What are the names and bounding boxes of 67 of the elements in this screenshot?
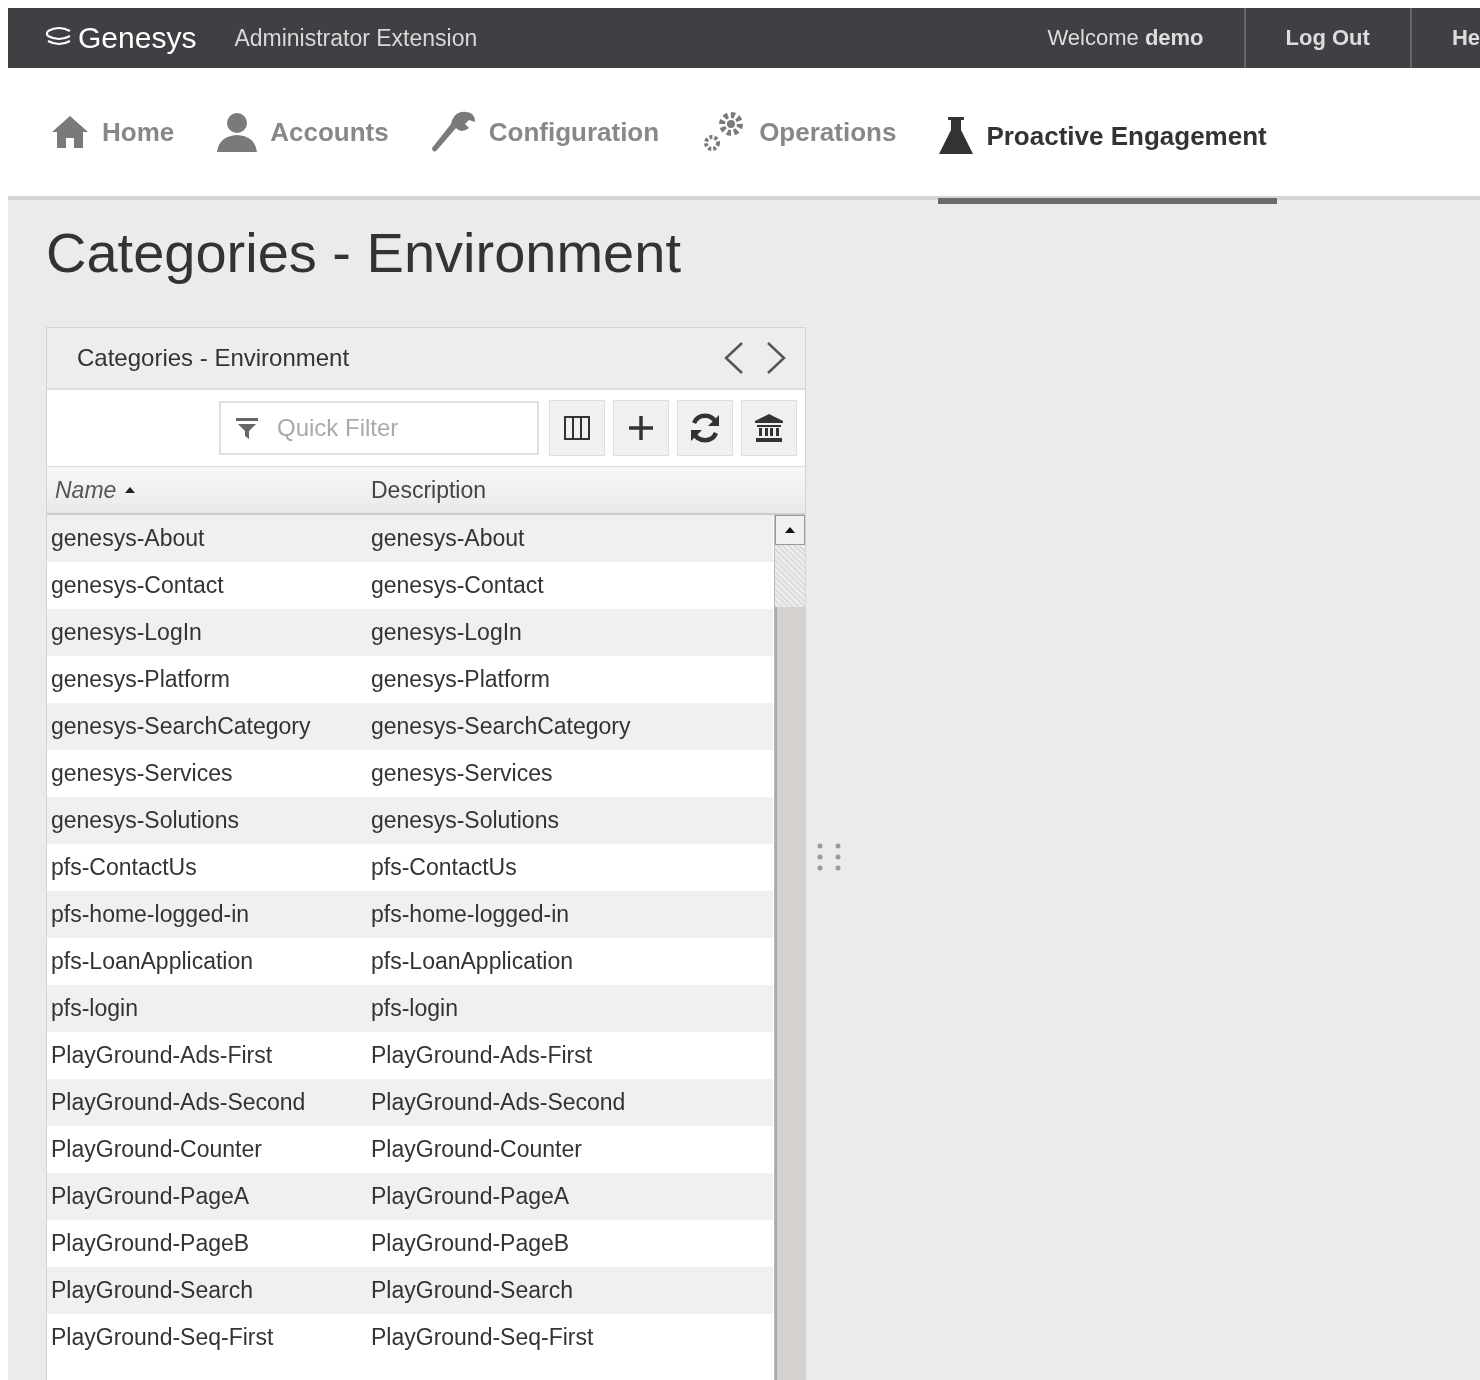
up-arrow-icon [784,526,796,534]
column-header[interactable]: Name [47,476,371,504]
add-button[interactable] [613,400,669,456]
column-header[interactable]: Description [371,476,487,504]
previous-icon[interactable] [723,341,745,375]
nav-tab[interactable]: Accounts [216,68,399,196]
table-cell: genesys-Services [371,760,553,787]
nav-tab[interactable]: Operations [701,68,907,196]
page-title: Categories - Environment [46,220,682,285]
table-cell: pfs-ContactUs [371,854,517,881]
table-cell: pfs-login [371,995,458,1022]
table-cell-text: genesys-Services [50,760,234,787]
table-cell-text: pfs-login [50,995,139,1022]
table-cell-text: genesys-LogIn [50,619,203,646]
table-cell: pfs-LoanApplication [371,948,574,975]
refresh-button[interactable] [677,400,733,456]
table-cell: PlayGround-Search [371,1277,573,1304]
nav-tab[interactable]: Configuration [430,68,670,196]
bank-icon [754,413,784,443]
table-cell: PlayGround-Ads-First [371,1042,593,1069]
table-cell: pfs-home-logged-in [371,901,570,928]
table-cell: genesys-LogIn [371,619,522,646]
flask-icon [938,116,975,156]
table-cell-text: PlayGround-Ads-First [50,1042,274,1069]
quick-filter-field[interactable]: Quick Filter [219,401,539,455]
table-cell-text: genesys-Solutions [50,807,240,834]
wrench-icon [430,110,477,154]
table-cell-text: PlayGround-Counter [50,1136,263,1163]
brand-name: Genesys [78,21,197,55]
table-cell-text: genesys-Platform [50,666,231,693]
nav-tab[interactable]: Home [50,68,185,196]
table-cell: PlayGround-Counter [371,1136,582,1163]
user-icon [216,112,259,152]
table-cell: genesys-Platform [371,666,550,693]
table-cell-text: genesys-SearchCategory [50,713,312,740]
table-cell: PlayGround-PageA [371,1183,570,1210]
table-cell-text: PlayGround-PageA [50,1183,251,1210]
filter-icon [235,416,259,440]
scroll-up-button[interactable] [775,515,805,545]
table-cell-text: PlayGround-Ads-Second [50,1089,307,1116]
table-cell: genesys-About [371,525,525,552]
splitter-handle-icon[interactable] [816,841,842,872]
table-cell-text: genesys-Contact [50,572,225,599]
refresh-icon [688,411,722,445]
panel-title: Categories - Environment [77,344,350,372]
bank-button[interactable] [741,400,797,456]
table-cell-text: pfs-LoanApplication [50,948,255,975]
table-cell-text: pfs-ContactUs [50,854,198,881]
table-cell: genesys-Contact [371,572,544,599]
columns-button[interactable] [549,400,605,456]
table-cell: PlayGround-PageB [371,1230,570,1257]
home-icon [50,114,90,150]
nav-tab[interactable]: Proactive Engagement [938,68,1277,204]
table-cell-text: PlayGround-PageB [50,1230,251,1257]
next-icon[interactable] [765,341,787,375]
app-title: Administrator Extension [234,24,478,52]
table-cell-text: pfs-home-logged-in [50,901,251,928]
table-cell: PlayGround-Ads-Second [371,1089,626,1116]
table-cell: genesys-SearchCategory [371,713,631,740]
table-cell-text: PlayGround-Search [50,1277,254,1304]
welcome-text: Welcome demo [1046,24,1205,52]
table-cell-text: PlayGround-Seq-First [50,1324,275,1351]
table-cell: genesys-Solutions [371,807,559,834]
plus-icon [628,415,654,441]
columns-icon [563,415,591,441]
table-cell-text: genesys-About [50,525,206,552]
table-cell: PlayGround-Seq-First [371,1324,594,1351]
